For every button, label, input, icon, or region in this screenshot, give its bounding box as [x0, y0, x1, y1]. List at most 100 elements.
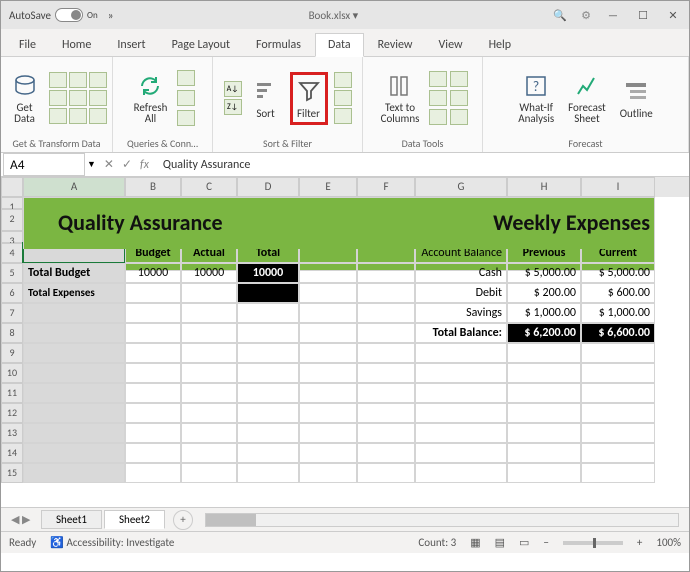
- col-header-a[interactable]: A: [23, 177, 125, 197]
- cell[interactable]: [507, 383, 581, 403]
- cell[interactable]: [357, 363, 415, 383]
- cell[interactable]: [299, 323, 357, 343]
- cell[interactable]: [237, 283, 299, 303]
- cell[interactable]: $ 600.00: [581, 283, 655, 303]
- cell[interactable]: 10000: [181, 263, 237, 283]
- outline-button[interactable]: Outline: [616, 75, 657, 122]
- cell[interactable]: [23, 423, 125, 443]
- row-header[interactable]: 2: [1, 209, 23, 231]
- cell[interactable]: [181, 283, 237, 303]
- tab-insert[interactable]: Insert: [105, 34, 157, 56]
- cell[interactable]: [357, 383, 415, 403]
- cell[interactable]: [581, 423, 655, 443]
- edit-links-icon[interactable]: [177, 110, 195, 126]
- cell[interactable]: [23, 303, 125, 323]
- select-all-corner[interactable]: [1, 177, 23, 197]
- namebox-dropdown-icon[interactable]: ▼: [87, 159, 96, 170]
- cell[interactable]: [181, 403, 237, 423]
- cell[interactable]: [357, 443, 415, 463]
- tab-home[interactable]: Home: [50, 34, 103, 56]
- sheet-tab-1[interactable]: Sheet1: [41, 510, 102, 529]
- cell[interactable]: [237, 343, 299, 363]
- cell[interactable]: [181, 443, 237, 463]
- cell[interactable]: [299, 403, 357, 423]
- cell[interactable]: Savings: [415, 303, 507, 323]
- row-header[interactable]: 5: [1, 263, 23, 283]
- col-header-e[interactable]: E: [299, 177, 357, 197]
- flash-fill-icon[interactable]: [429, 71, 447, 87]
- cell[interactable]: [237, 323, 299, 343]
- cell[interactable]: [507, 403, 581, 423]
- cell[interactable]: [181, 383, 237, 403]
- row-header[interactable]: 10: [1, 363, 23, 383]
- cell[interactable]: [125, 363, 181, 383]
- row-header[interactable]: 9: [1, 343, 23, 363]
- cell[interactable]: [125, 283, 181, 303]
- tab-data[interactable]: Data: [315, 33, 364, 57]
- autosave-toggle[interactable]: AutoSave On: [9, 8, 98, 22]
- cell[interactable]: [23, 323, 125, 343]
- tab-file[interactable]: File: [7, 34, 48, 56]
- cell[interactable]: [415, 403, 507, 423]
- cell[interactable]: [299, 383, 357, 403]
- queries-icon[interactable]: [177, 70, 195, 86]
- cell[interactable]: [357, 463, 415, 483]
- close-button[interactable]: ✕: [665, 9, 681, 22]
- cell[interactable]: $ 5,000.00: [507, 263, 581, 283]
- cell[interactable]: [507, 423, 581, 443]
- text-to-columns-button[interactable]: Text to Columns: [377, 70, 424, 126]
- cell[interactable]: [125, 343, 181, 363]
- cell[interactable]: [581, 363, 655, 383]
- consolidate-icon[interactable]: [450, 90, 468, 106]
- col-header-d[interactable]: D: [237, 177, 299, 197]
- sort-za-icon[interactable]: Z↓: [224, 99, 242, 115]
- lightbulb-icon[interactable]: ⚙: [581, 9, 591, 22]
- col-header-g[interactable]: G: [415, 177, 507, 197]
- tab-page-layout[interactable]: Page Layout: [160, 34, 242, 56]
- cell[interactable]: [357, 263, 415, 283]
- cell[interactable]: [125, 423, 181, 443]
- minimize-button[interactable]: —: [605, 9, 621, 22]
- search-icon[interactable]: 🔍: [553, 9, 567, 22]
- row-header[interactable]: 12: [1, 403, 23, 423]
- view-layout-icon[interactable]: ▤: [495, 536, 505, 549]
- row-header[interactable]: 13: [1, 423, 23, 443]
- fx-icon[interactable]: fx: [140, 158, 149, 172]
- cell[interactable]: [237, 443, 299, 463]
- row-header[interactable]: 15: [1, 463, 23, 483]
- zoom-level[interactable]: 100%: [656, 536, 681, 549]
- remove-dup-icon[interactable]: [450, 71, 468, 87]
- properties-icon[interactable]: [177, 90, 195, 106]
- tab-view[interactable]: View: [427, 34, 475, 56]
- cell[interactable]: [299, 283, 357, 303]
- zoom-in-button[interactable]: +: [637, 536, 642, 549]
- cell[interactable]: $ 1,000.00: [507, 303, 581, 323]
- cell[interactable]: [299, 463, 357, 483]
- cell[interactable]: $ 5,000.00: [581, 263, 655, 283]
- cell[interactable]: [181, 323, 237, 343]
- cell[interactable]: [415, 423, 507, 443]
- cell[interactable]: [299, 303, 357, 323]
- cell[interactable]: [299, 343, 357, 363]
- cell[interactable]: Total Budget: [23, 263, 125, 283]
- tab-formulas[interactable]: Formulas: [244, 34, 313, 56]
- cell[interactable]: [357, 323, 415, 343]
- toggle-icon[interactable]: [55, 8, 83, 22]
- whatif-button[interactable]: ? What-If Analysis: [514, 70, 558, 126]
- cell[interactable]: $ 6,200.00: [507, 323, 581, 343]
- cell[interactable]: [507, 363, 581, 383]
- cell[interactable]: Debit: [415, 283, 507, 303]
- row-header[interactable]: 4: [1, 243, 23, 263]
- sheet-tab-2[interactable]: Sheet2: [104, 510, 165, 529]
- cell[interactable]: [507, 343, 581, 363]
- row-header[interactable]: 6: [1, 283, 23, 303]
- cell[interactable]: $ 6,600.00: [581, 323, 655, 343]
- data-validation-icon[interactable]: [429, 90, 447, 106]
- cell[interactable]: $ 1,000.00: [581, 303, 655, 323]
- sheet-nav-icons[interactable]: ◀ ▶: [11, 513, 30, 526]
- cell[interactable]: [357, 303, 415, 323]
- row-header[interactable]: 7: [1, 303, 23, 323]
- cell[interactable]: [415, 463, 507, 483]
- cell[interactable]: [181, 423, 237, 443]
- cell[interactable]: [181, 363, 237, 383]
